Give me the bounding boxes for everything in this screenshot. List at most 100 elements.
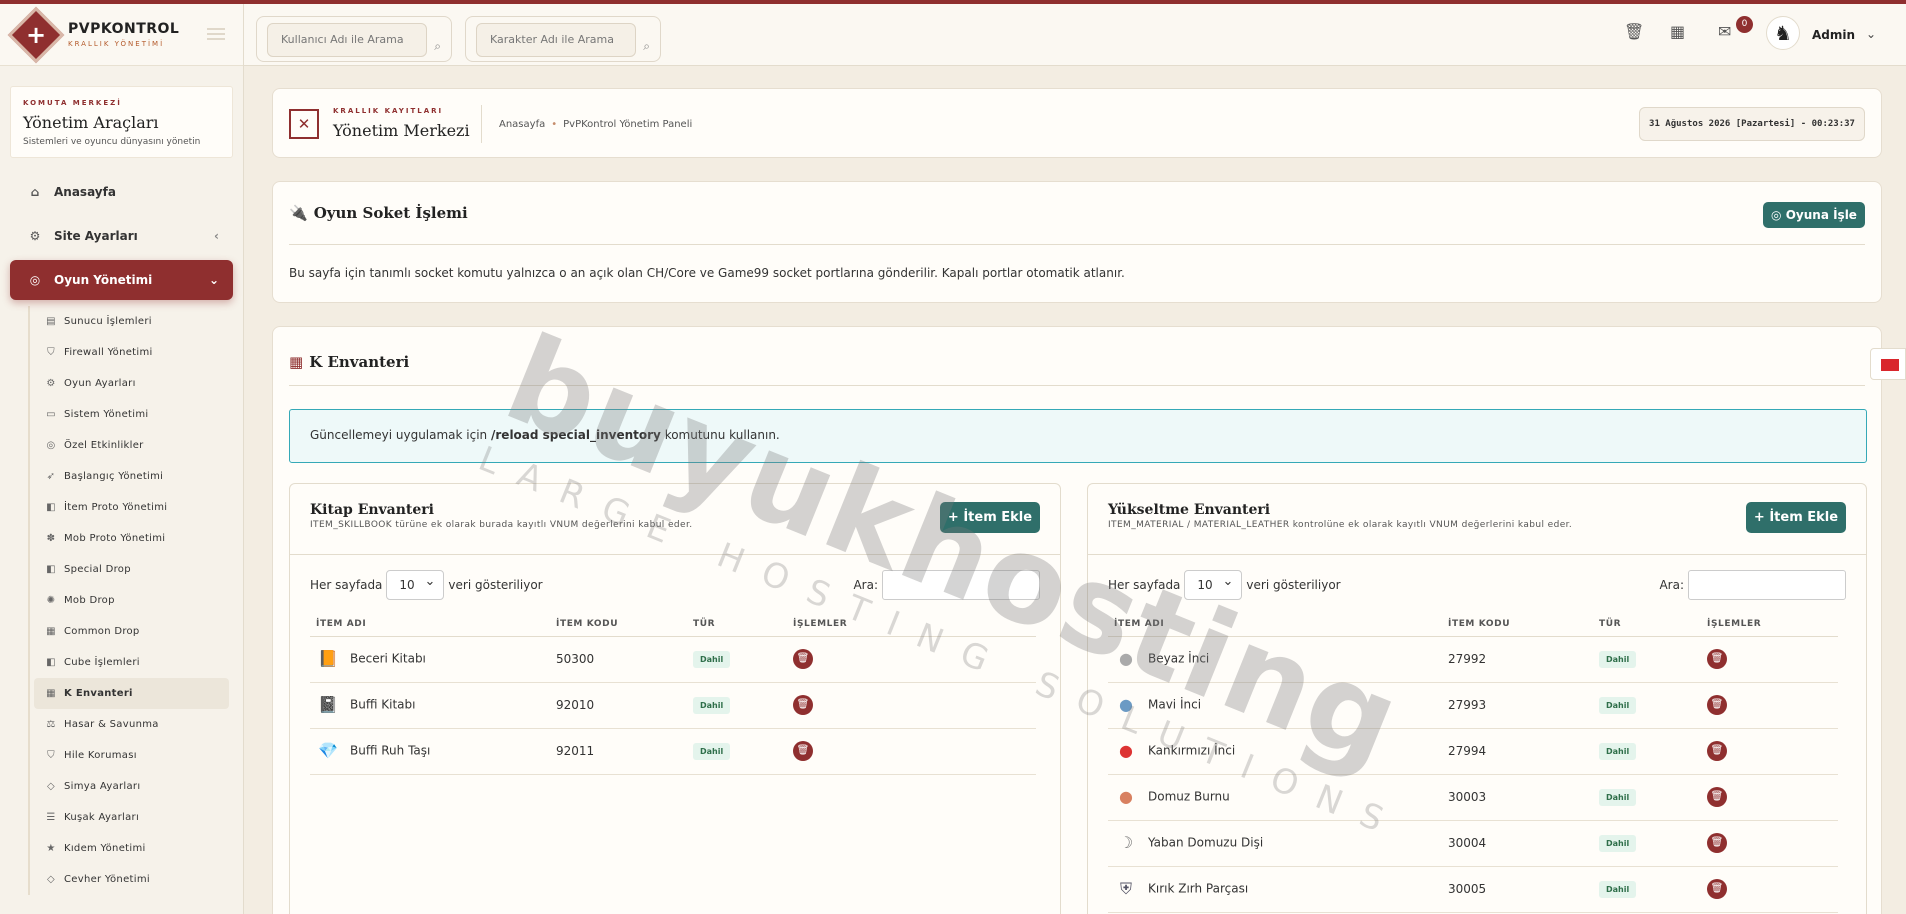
scale-icon: ⚖ — [46, 719, 56, 730]
chevron-down-icon[interactable]: ⌄ — [1866, 27, 1876, 41]
subnav-item-damage-defense[interactable]: ⚖ Hasar & Savunma — [30, 709, 233, 740]
gamepad-icon: ◎ — [46, 440, 56, 451]
user-name[interactable]: Admin — [1812, 28, 1855, 42]
search-icon[interactable]: ⌕ — [434, 39, 441, 54]
col-item-code[interactable]: İTEM KODU — [550, 612, 687, 637]
sidebar-item-label: Anasayfa — [54, 185, 116, 199]
item-type-cell: Dahil — [1593, 820, 1701, 867]
subnav-label: Kuşak Ayarları — [64, 812, 140, 823]
subnav-item-server[interactable]: ▤ Sunucu İşlemleri — [30, 306, 233, 337]
subnav-item-ore[interactable]: ◇ Cevher Yönetimi — [30, 864, 233, 895]
col-type[interactable]: TÜR — [1593, 612, 1701, 637]
table-row: ● Domuz Burnu 30003 Dahil 🗑 — [1108, 774, 1838, 821]
subnav-item-rank[interactable]: ★ Kıdem Yönetimi — [30, 833, 233, 864]
status-badge: Dahil — [693, 696, 731, 714]
shield-icon: ⛉ — [47, 750, 55, 761]
plus-icon: + — [1753, 510, 1770, 525]
delete-icon[interactable]: 🗑 — [793, 741, 813, 761]
delete-icon[interactable]: 🗑 — [1707, 649, 1727, 669]
cube-icon: ◧ — [46, 657, 56, 668]
book-inventory-panel: Kitap Envanteri ITEM_SKILLBOOK türüne ek… — [289, 483, 1061, 914]
status-badge: Dahil — [693, 742, 731, 760]
subnav-item-alchemy[interactable]: ◇ Simya Ayarları — [30, 771, 233, 802]
subnav-item-item-proto[interactable]: ◧ İtem Proto Yönetimi — [30, 492, 233, 523]
subnav-label: K Envanteri — [64, 688, 133, 699]
subnav-item-game-settings[interactable]: ⚙ Oyun Ayarları — [30, 368, 233, 399]
blue-pearl-icon: ● — [1119, 695, 1133, 714]
datetime-display: 31 Ağustos 2026 [Pazartesi] - 00:23:37 — [1639, 107, 1865, 141]
item-name: Kankırmızı İnci — [1148, 743, 1236, 758]
book-inventory-table: İTEM ADI İTEM KODU TÜR İŞLEMLER 📙 Beceri … — [310, 612, 1036, 775]
col-type[interactable]: TÜR — [687, 612, 787, 637]
sidebar-item-site-settings[interactable]: ⚙ Site Ayarları ‹ — [10, 216, 233, 256]
subnav-item-k-inventory[interactable]: ▦ K Envanteri — [34, 678, 229, 709]
col-item-code[interactable]: İTEM KODU — [1442, 612, 1593, 637]
add-item-label: İtem Ekle — [1769, 510, 1839, 525]
status-badge: Dahil — [1599, 880, 1637, 898]
add-item-button[interactable]: + İtem Ekle — [1746, 502, 1846, 533]
search-label: Ara: — [1659, 578, 1684, 592]
subnav-item-common-drop[interactable]: ▦ Common Drop — [30, 616, 233, 647]
mail-icon[interactable]: ✉ — [1718, 22, 1731, 41]
subnav-item-firewall[interactable]: ⛉ Firewall Yönetimi — [30, 337, 233, 368]
col-item-name[interactable]: İTEM ADI — [1108, 612, 1442, 637]
item-name: Buffi Kitabı — [350, 697, 416, 712]
page-length-select[interactable]: 10 — [386, 568, 445, 600]
subnav-item-start[interactable]: ➶ Başlangıç Yönetimi — [30, 461, 233, 492]
search-label: Ara: — [853, 578, 878, 592]
sidebar-item-home[interactable]: ⌂ Anasayfa — [10, 172, 233, 212]
calendar-icon[interactable]: ▦ — [1670, 22, 1685, 41]
user-search-input[interactable]: Kullanıcı Adı ile Arama — [267, 23, 427, 57]
character-search-input[interactable]: Karakter Adı ile Arama — [476, 23, 636, 57]
status-badge: Dahil — [693, 650, 731, 668]
k-inventory-title: ▦ K Envanteri — [289, 353, 409, 371]
character-search: Karakter Adı ile Arama ⌕ — [465, 16, 661, 62]
subnav-item-system[interactable]: ▭ Sistem Yönetimi — [30, 399, 233, 430]
delete-icon[interactable]: 🗑 — [1707, 741, 1727, 761]
divider — [1088, 554, 1866, 555]
apply-to-game-button[interactable]: ◎ Oyuna İşle — [1763, 202, 1865, 228]
sidebar-item-game-management[interactable]: ◎ Oyun Yönetimi ⌄ — [10, 260, 233, 300]
subnav-item-belt[interactable]: ☰ Kuşak Ayarları — [30, 802, 233, 833]
breadcrumb-home[interactable]: Anasayfa — [499, 119, 545, 130]
upgrade-inventory-panel: Yükseltme Envanteri ITEM_MATERIAL / MATE… — [1087, 483, 1867, 914]
subnav-item-cube[interactable]: ◧ Cube İşlemleri — [30, 647, 233, 678]
col-item-name[interactable]: İTEM ADI — [310, 612, 550, 637]
subnav-item-events[interactable]: ◎ Özel Etkinlikler — [30, 430, 233, 461]
delete-icon[interactable]: 🗑 — [1707, 833, 1727, 853]
actions-cell: 🗑 — [1701, 866, 1838, 913]
hamburger-icon[interactable] — [207, 28, 225, 40]
subnav-item-special-drop[interactable]: ◧ Special Drop — [30, 554, 233, 585]
item-name-cell: 💎 Buffi Ruh Taşı — [310, 728, 550, 775]
subnav-label: Cube İşlemleri — [64, 657, 140, 668]
paw-icon: ✽ — [46, 533, 56, 544]
table-header-row: İTEM ADI İTEM KODU TÜR İŞLEMLER — [1108, 612, 1838, 637]
page-header-card: ✕ KRALLIK KAYITLARI Yönetim Merkezi Anas… — [272, 88, 1882, 158]
search-icon[interactable]: ⌕ — [643, 39, 650, 54]
page-length-select[interactable]: 10 — [1184, 568, 1243, 600]
subnav-item-mob-proto[interactable]: ✽ Mob Proto Yönetimi — [30, 523, 233, 554]
shield-icon: ⛉ — [47, 347, 55, 358]
delete-icon[interactable]: 🗑 — [793, 649, 813, 669]
subnav-label: İtem Proto Yönetimi — [64, 502, 168, 513]
per-page-post: veri gösteriliyor — [448, 578, 543, 592]
col-actions: İŞLEMLER — [787, 612, 1036, 637]
trash-icon[interactable]: 🗑 — [1624, 22, 1644, 41]
avatar[interactable]: ♞ — [1766, 16, 1800, 50]
table-search-input[interactable] — [882, 570, 1040, 600]
add-item-button[interactable]: + İtem Ekle — [940, 502, 1040, 533]
delete-icon[interactable]: 🗑 — [1707, 695, 1727, 715]
per-page-pre: Her sayfada — [1108, 578, 1181, 592]
close-icon[interactable]: ✕ — [289, 109, 319, 139]
subnav-item-mob-drop[interactable]: ✺ Mob Drop — [30, 585, 233, 616]
subnav-label: Hile Koruması — [64, 750, 137, 761]
brand[interactable]: + PVPKONTROL KRALLIK YÖNETİMİ — [0, 4, 243, 66]
table-search-input[interactable] — [1688, 570, 1846, 600]
item-name: Beyaz İnci — [1148, 651, 1210, 666]
delete-icon[interactable]: 🗑 — [793, 695, 813, 715]
delete-icon[interactable]: 🗑 — [1707, 787, 1727, 807]
subnav-item-cheat-protection[interactable]: ⛉ Hile Koruması — [30, 740, 233, 771]
item-code: 50300 — [550, 636, 687, 683]
delete-icon[interactable]: 🗑 — [1707, 879, 1727, 899]
language-flag-button[interactable] — [1870, 348, 1906, 380]
